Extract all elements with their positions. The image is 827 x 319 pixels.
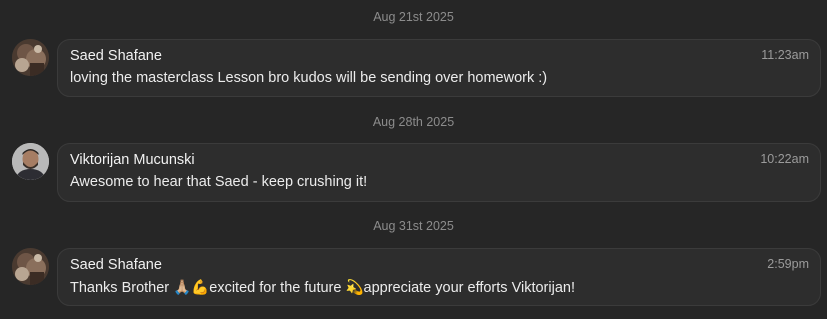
avatar[interactable] <box>12 143 49 180</box>
message-timestamp: 11:23am <box>761 48 809 62</box>
avatar[interactable] <box>12 248 49 285</box>
message-bubble[interactable]: Saed Shafane 11:23am loving the mastercl… <box>57 39 821 97</box>
user-avatar-icon <box>12 248 49 285</box>
message-text: loving the masterclass Lesson bro kudos … <box>70 70 548 86</box>
message-text: Thanks Brother 🙏🏼💪excited for the future… <box>70 280 575 296</box>
avatar[interactable] <box>12 39 49 76</box>
message-bubble[interactable]: Saed Shafane 2:59pm Thanks Brother 🙏🏼💪ex… <box>57 248 821 306</box>
message-bubble[interactable]: Viktorijan Mucunski 10:22am Awesome to h… <box>57 143 821 202</box>
message-text: Awesome to hear that Saed - keep crushin… <box>70 174 368 190</box>
date-separator: Aug 21st 2025 <box>373 10 454 24</box>
sender-name[interactable]: Viktorijan Mucunski <box>70 152 195 168</box>
user-avatar-icon <box>12 39 49 76</box>
message-timestamp: 10:22am <box>760 152 809 166</box>
sender-name[interactable]: Saed Shafane <box>70 48 162 64</box>
sender-name[interactable]: Saed Shafane <box>70 257 162 273</box>
message-timestamp: 2:59pm <box>767 257 809 271</box>
date-separator: Aug 28th 2025 <box>372 115 455 129</box>
date-separator: Aug 31st 2025 <box>373 219 454 233</box>
message-thread: Aug 21st 2025 Saed Shafane 11:23am lovin… <box>0 0 827 319</box>
user-avatar-icon <box>12 143 49 180</box>
